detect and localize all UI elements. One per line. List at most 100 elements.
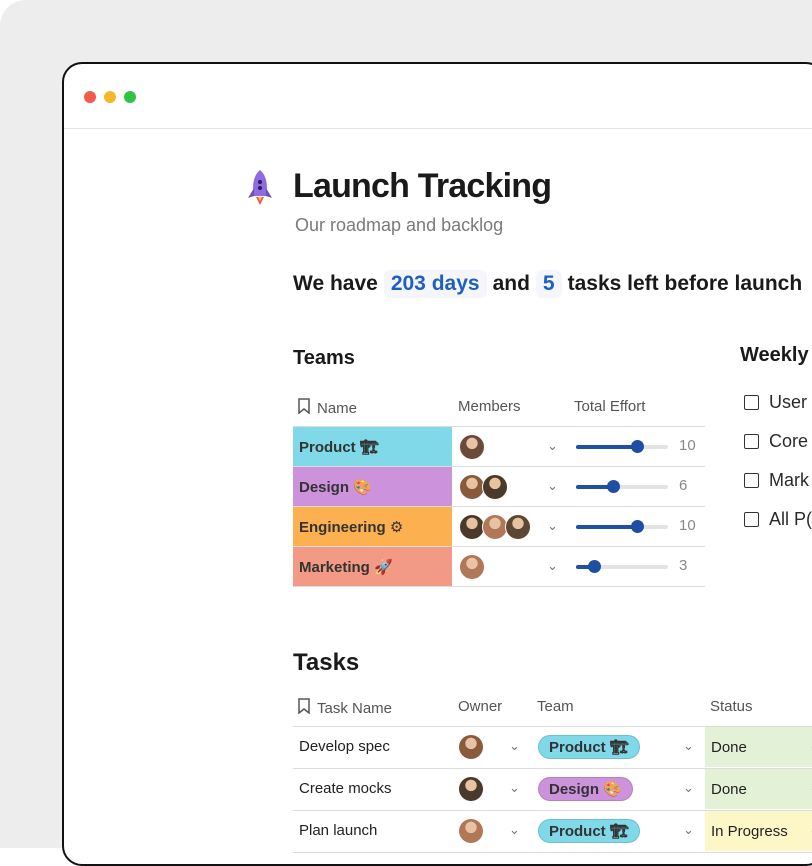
weekly-item[interactable]: User: [744, 392, 807, 413]
page-title: Launch Tracking: [293, 167, 552, 205]
weekly-item-label: User: [769, 392, 808, 412]
chevron-down-icon[interactable]: ⌄: [547, 558, 558, 574]
team-pill[interactable]: Product 🏗: [538, 735, 640, 759]
task-name[interactable]: Plan launch: [299, 822, 377, 839]
rocket-icon[interactable]: [242, 168, 278, 213]
summary-suffix: tasks left before launch: [567, 272, 803, 295]
tasks-col-owner[interactable]: Owner: [458, 698, 502, 715]
team-name-cell[interactable]: Engineering ⚙: [293, 507, 452, 546]
weekly-item[interactable]: Core: [744, 431, 808, 452]
chevron-down-icon[interactable]: ⌄: [547, 438, 558, 454]
avatar: [482, 474, 508, 500]
avatar: [459, 554, 485, 580]
weekly-item-label: Mark: [769, 470, 809, 490]
close-window-button[interactable]: [84, 91, 96, 103]
status-cell[interactable]: In Progress⌄: [705, 811, 812, 851]
chevron-down-icon[interactable]: ⌄: [683, 738, 694, 754]
bookmark-icon: [297, 398, 311, 418]
page-subtitle: Our roadmap and backlog: [295, 215, 504, 235]
owner-avatar[interactable]: [459, 777, 483, 801]
effort-slider[interactable]: [576, 440, 668, 453]
weekly-item[interactable]: Mark: [744, 470, 809, 491]
checkbox[interactable]: [744, 434, 759, 449]
team-members[interactable]: [459, 514, 531, 540]
chevron-down-icon[interactable]: ⌄: [683, 822, 694, 838]
app-window: Launch Tracking Our roadmap and backlog …: [62, 62, 812, 866]
effort-value: 10: [679, 517, 696, 534]
teams-col-effort[interactable]: Total Effort: [574, 398, 645, 415]
team-pill[interactable]: Design 🎨: [538, 777, 633, 801]
maximize-window-button[interactable]: [124, 91, 136, 103]
owner-avatar[interactable]: [459, 735, 483, 759]
status-label: Done: [711, 780, 747, 798]
task-name[interactable]: Develop spec: [299, 738, 390, 755]
team-name-cell[interactable]: Product 🏗: [293, 427, 452, 466]
checkbox[interactable]: [744, 395, 759, 410]
team-name-cell[interactable]: Design 🎨: [293, 467, 452, 506]
team-name-cell[interactable]: Marketing 🚀: [293, 547, 452, 586]
bookmark-icon: [297, 698, 311, 718]
task-row[interactable]: Create mocks ⌄ Design 🎨 ⌄ Done⌄: [293, 769, 812, 811]
effort-slider-fill: [576, 525, 638, 529]
weekly-item-label: All P(: [769, 509, 812, 529]
days-left-chip[interactable]: 203 days: [383, 270, 487, 298]
team-members[interactable]: [459, 474, 508, 500]
teams-col-name[interactable]: Name: [297, 398, 357, 418]
task-name[interactable]: Create mocks: [299, 780, 392, 797]
team-row[interactable]: Design 🎨 ⌄ 6: [293, 467, 705, 507]
summary-prefix: We have: [293, 272, 378, 295]
chevron-down-icon[interactable]: ⌄: [509, 780, 520, 796]
window-titlebar: [64, 64, 812, 129]
chevron-down-icon[interactable]: ⌄: [509, 738, 520, 754]
chevron-down-icon[interactable]: ⌄: [547, 518, 558, 534]
team-row[interactable]: Product 🏗 ⌄ 10: [293, 426, 705, 467]
status-cell[interactable]: Done⌄: [705, 727, 812, 767]
teams-heading: Teams: [293, 347, 355, 369]
effort-slider[interactable]: [576, 520, 668, 533]
chevron-down-icon[interactable]: ⌄: [683, 780, 694, 796]
owner-avatar[interactable]: [459, 819, 483, 843]
effort-slider-fill: [576, 445, 638, 449]
teams-col-members[interactable]: Members: [458, 398, 521, 415]
column-label: Name: [317, 399, 358, 417]
summary-middle: and: [492, 272, 530, 295]
effort-slider-handle[interactable]: [606, 480, 620, 493]
team-row[interactable]: Marketing 🚀 ⌄ 3: [293, 547, 705, 587]
task-row[interactable]: Develop spec ⌄ Product 🏗 ⌄ Done⌄: [293, 726, 812, 769]
tasks-col-team[interactable]: Team: [537, 698, 574, 715]
effort-slider-handle[interactable]: [588, 560, 602, 573]
effort-slider[interactable]: [576, 560, 668, 573]
avatar: [505, 514, 531, 540]
effort-slider-handle[interactable]: [631, 520, 645, 533]
chevron-down-icon[interactable]: ⌄: [547, 478, 558, 494]
tasks-heading: Tasks: [293, 649, 360, 676]
effort-slider[interactable]: [576, 480, 668, 493]
team-members[interactable]: [459, 554, 485, 580]
weekly-item-label: Core: [769, 431, 809, 451]
column-label: Task Name: [317, 699, 393, 717]
effort-value: 10: [679, 437, 696, 454]
minimize-window-button[interactable]: [104, 91, 116, 103]
team-row[interactable]: Engineering ⚙ ⌄ 10: [293, 507, 705, 547]
teams-table: Product 🏗 ⌄ 10 Design 🎨 ⌄ 6 Engineering ⚙ ⌄ 10 Ma…: [293, 426, 705, 587]
launch-summary: We have 203 days and 5 tasks left before…: [293, 270, 802, 298]
effort-value: 6: [679, 477, 688, 494]
checkbox[interactable]: [744, 473, 759, 488]
tasks-left-chip[interactable]: 5: [535, 270, 562, 298]
effort-value: 3: [679, 557, 688, 574]
effort-slider-handle[interactable]: [631, 440, 645, 453]
status-label: In Progress: [711, 822, 788, 840]
tasks-col-name[interactable]: Task Name: [297, 698, 392, 718]
tasks-table: Develop spec⌄Product 🏗⌄Done⌄Create mocks…: [293, 726, 812, 853]
status-cell[interactable]: Done⌄: [705, 769, 812, 809]
avatar: [459, 434, 485, 460]
chevron-down-icon[interactable]: ⌄: [509, 822, 520, 838]
team-members[interactable]: [459, 434, 485, 460]
tasks-col-status[interactable]: Status: [710, 698, 753, 715]
status-label: Done: [711, 738, 747, 756]
team-pill[interactable]: Product 🏗: [538, 819, 640, 843]
task-row[interactable]: Plan launch ⌄ Product 🏗 ⌄ In Progress⌄: [293, 811, 812, 853]
weekly-heading: Weekly: [740, 344, 809, 366]
weekly-item[interactable]: All P(: [744, 509, 812, 530]
checkbox[interactable]: [744, 512, 759, 527]
